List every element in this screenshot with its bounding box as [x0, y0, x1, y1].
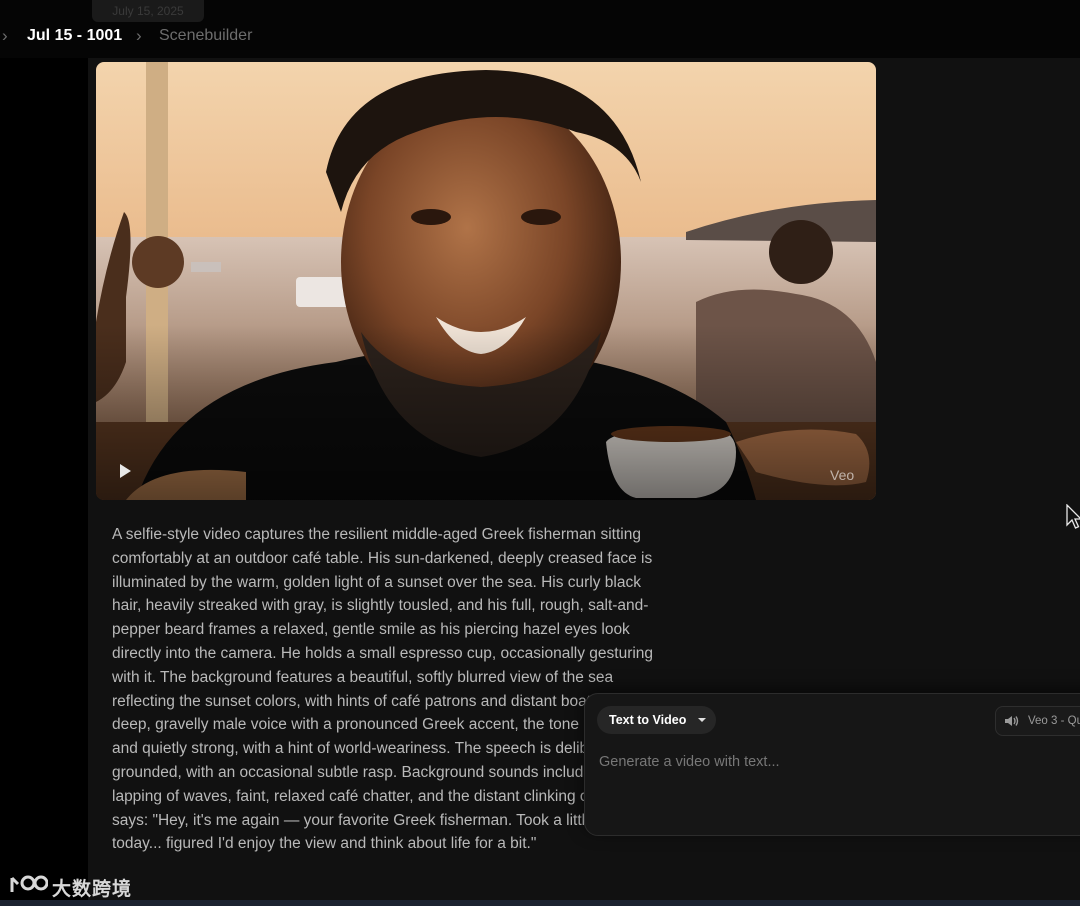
- video-frame-illustration: [96, 62, 876, 500]
- chevron-right-icon: ›: [136, 26, 142, 45]
- video-preview[interactable]: [96, 62, 876, 500]
- site-watermark: 大数跨境: [8, 872, 131, 900]
- model-label: Veo 3 - Quality: [1028, 715, 1080, 727]
- top-bar: July 15, 2025 › Jul 15 - 1001 › Scenebui…: [0, 0, 1080, 58]
- breadcrumb-current[interactable]: Jul 15 - 1001: [27, 24, 122, 48]
- veo-watermark: Veo: [830, 467, 855, 483]
- mouse-cursor-icon: [1066, 504, 1080, 529]
- generation-panel: Text to Video Veo 3 - Quality: [584, 693, 1080, 836]
- caret-down-icon: [698, 718, 707, 722]
- date-chip: July 15, 2025: [92, 0, 204, 22]
- play-icon[interactable]: [120, 464, 131, 478]
- breadcrumb-scenebuilder[interactable]: Scenebuilder: [159, 24, 252, 48]
- left-rail: [0, 58, 88, 906]
- chevron-right-icon: ›: [2, 26, 8, 45]
- mode-label: Text to Video: [609, 713, 687, 727]
- watermark-text: 大数跨境: [52, 879, 133, 900]
- mode-dropdown-button[interactable]: Text to Video: [597, 706, 717, 734]
- bottom-strip: [0, 900, 1080, 906]
- watermark-logo-icon: [10, 875, 49, 892]
- model-selector-button[interactable]: Veo 3 - Quality: [995, 706, 1080, 736]
- speaker-icon: [1005, 716, 1019, 726]
- prompt-input[interactable]: [599, 750, 1079, 774]
